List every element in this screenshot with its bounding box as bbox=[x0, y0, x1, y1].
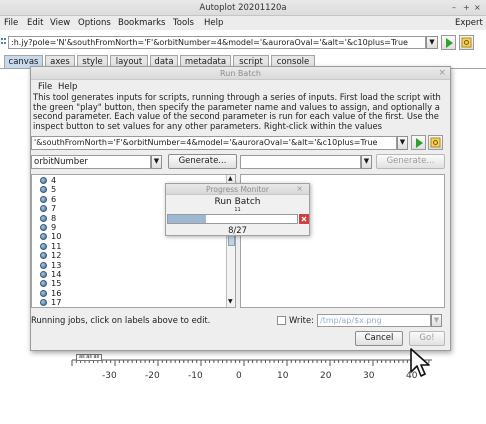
script-uri-dropdown-button[interactable]: ▼ bbox=[397, 136, 408, 150]
maximize-icon[interactable]: + bbox=[463, 3, 470, 12]
script-uri-input[interactable]: '&southFromNorth='F'&orbitNumber=4&model… bbox=[31, 136, 397, 150]
inspect-icon bbox=[461, 37, 472, 48]
dialog-menu-file[interactable]: File bbox=[38, 82, 52, 92]
param2-select[interactable] bbox=[240, 155, 361, 169]
cancel-icon bbox=[300, 215, 308, 223]
menubar: File Edit View Options Bookmarks Tools H… bbox=[0, 16, 486, 30]
x-tick-label: 20 bbox=[320, 371, 332, 381]
status-dot-icon bbox=[40, 224, 47, 231]
inspect-button[interactable] bbox=[459, 35, 474, 50]
param1-dropdown-button[interactable]: ▼ bbox=[151, 155, 162, 169]
minimize-icon[interactable]: – bbox=[452, 3, 456, 12]
dialog-menu-help[interactable]: Help bbox=[58, 82, 77, 92]
write-label: Write: bbox=[289, 315, 314, 325]
x-tick-label: 30 bbox=[363, 371, 375, 381]
progress-monitor-dialog: Progress Monitor × Run Batch 11 8/27 bbox=[165, 183, 310, 236]
dialog-close-icon[interactable]: × bbox=[438, 68, 446, 78]
status-dot-icon bbox=[40, 289, 47, 297]
param2-dropdown-button[interactable]: ▼ bbox=[361, 155, 372, 169]
param2-generate-button[interactable]: Generate... bbox=[376, 154, 445, 169]
progress-titlebar: Progress Monitor × bbox=[166, 184, 309, 195]
write-path-input[interactable]: /tmp/ap/$x.png bbox=[317, 314, 431, 327]
progress-bar bbox=[167, 214, 298, 224]
inspect-parameters-button[interactable] bbox=[428, 135, 443, 150]
write-checkbox[interactable] bbox=[277, 316, 286, 325]
write-path-dropdown-button[interactable]: ▼ bbox=[431, 314, 442, 327]
load-script-button[interactable] bbox=[411, 135, 426, 150]
status-dot-icon bbox=[40, 299, 47, 307]
menu-edit[interactable]: Edit bbox=[27, 18, 43, 28]
drag-handle-icon[interactable] bbox=[1, 37, 7, 47]
progress-close-icon[interactable]: × bbox=[296, 184, 303, 193]
dialog-titlebar: Run Batch × bbox=[31, 67, 450, 80]
x-tick-label: 10 bbox=[277, 371, 289, 381]
scroll-down-icon[interactable]: ▼ bbox=[228, 298, 233, 305]
x-tick-label: -30 bbox=[102, 371, 117, 381]
status-text: Running jobs, click on labels above to e… bbox=[31, 315, 211, 325]
progress-title: Progress Monitor bbox=[206, 185, 269, 194]
status-dot-icon bbox=[40, 186, 47, 194]
scroll-up-icon[interactable]: ▲ bbox=[228, 175, 233, 182]
status-dot-icon bbox=[40, 242, 47, 250]
dialog-title: Run Batch bbox=[220, 69, 261, 78]
description-text: This tool generates inputs for scripts, … bbox=[33, 92, 441, 131]
play-icon bbox=[446, 38, 453, 48]
window-title: Autoplot 20201120a bbox=[199, 3, 287, 13]
status-dot-icon bbox=[40, 280, 47, 288]
close-icon[interactable]: × bbox=[474, 3, 481, 12]
go-button[interactable]: Go! bbox=[409, 331, 445, 346]
status-dot-icon bbox=[40, 233, 47, 241]
menu-options[interactable]: Options bbox=[78, 18, 111, 28]
inspect-icon bbox=[430, 137, 441, 148]
x-tick-label: -20 bbox=[145, 371, 160, 381]
status-dot-icon bbox=[40, 214, 47, 222]
status-dot-icon bbox=[40, 261, 47, 269]
play-button[interactable] bbox=[441, 35, 456, 50]
address-dropdown-button[interactable]: ▼ bbox=[426, 36, 438, 49]
menu-expert[interactable]: Expert bbox=[455, 18, 483, 28]
param1-select[interactable]: orbitNumber bbox=[31, 155, 151, 169]
status-dot-icon bbox=[40, 252, 47, 260]
play-icon bbox=[416, 138, 423, 148]
status-dot-icon bbox=[40, 205, 47, 213]
address-input[interactable]: :h.jy?pole='N'&southFromNorth='F'&orbitN… bbox=[8, 36, 426, 49]
list-item[interactable]: 17 bbox=[40, 297, 61, 307]
cancel-job-button[interactable] bbox=[299, 214, 309, 224]
menu-file[interactable]: File bbox=[4, 18, 18, 28]
menu-help[interactable]: Help bbox=[204, 18, 223, 28]
param1-generate-button[interactable]: Generate... bbox=[168, 154, 237, 169]
mouse-cursor-icon bbox=[410, 348, 430, 377]
progress-subtext: 11 bbox=[234, 207, 241, 213]
menu-view[interactable]: View bbox=[50, 18, 70, 28]
status-dot-icon bbox=[40, 195, 47, 203]
x-tick-label: -10 bbox=[188, 371, 203, 381]
cancel-button[interactable]: Cancel bbox=[355, 331, 403, 346]
window-titlebar: Autoplot 20201120a – + × bbox=[0, 0, 486, 16]
status-dot-icon bbox=[40, 271, 47, 278]
progress-heading: Run Batch bbox=[214, 197, 261, 207]
status-dot-icon bbox=[40, 177, 47, 184]
menu-tools[interactable]: Tools bbox=[173, 18, 194, 28]
x-tick-label: 0 bbox=[236, 371, 242, 381]
progress-bar-fill bbox=[168, 215, 206, 223]
menu-bookmarks[interactable]: Bookmarks bbox=[118, 18, 166, 28]
progress-count: 8/27 bbox=[228, 225, 247, 235]
legend-fragment: as as as bbox=[76, 354, 103, 361]
